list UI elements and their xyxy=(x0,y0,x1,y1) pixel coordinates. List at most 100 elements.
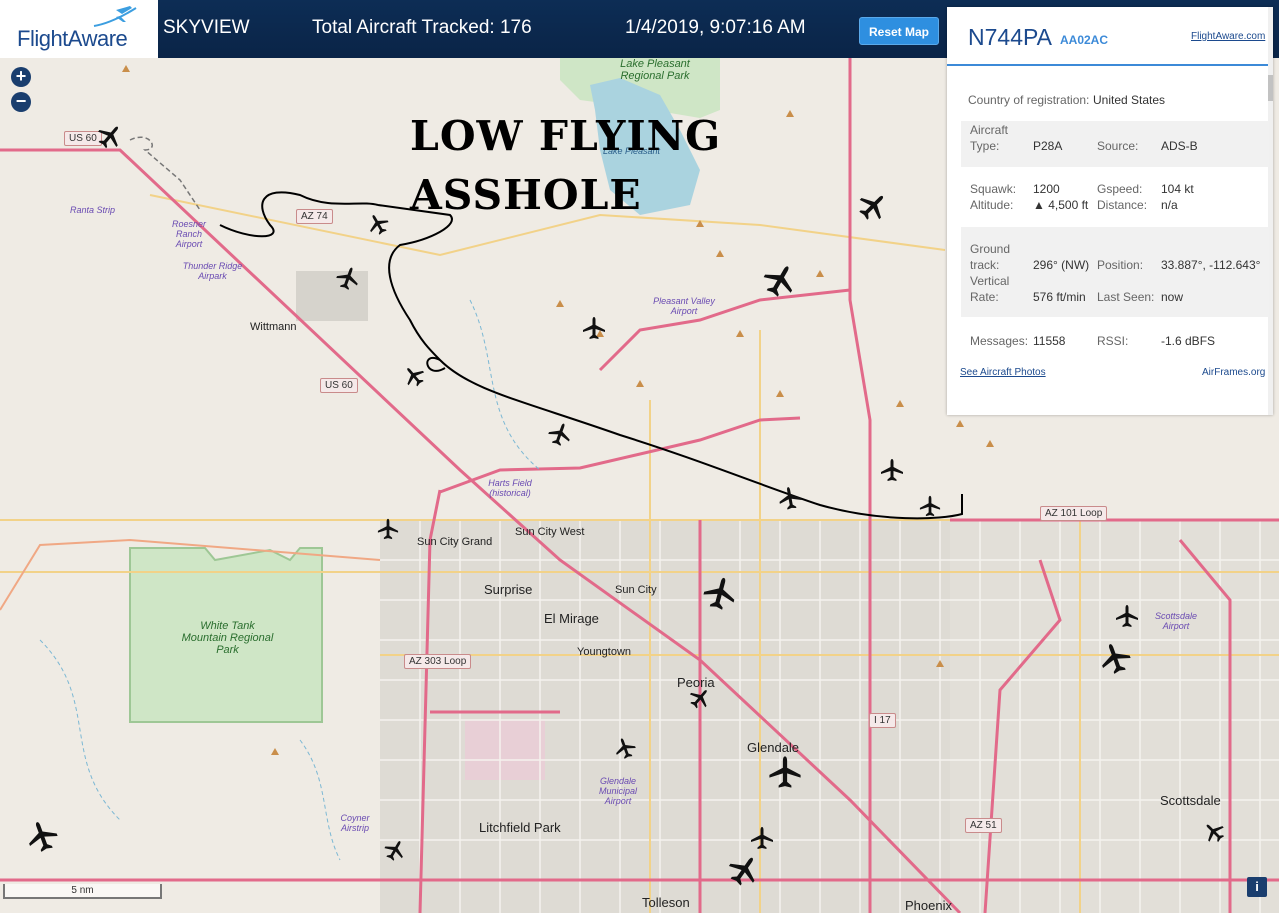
current-datetime: 1/4/2019, 9:07:16 AM xyxy=(625,17,806,38)
tracked-count: Total Aircraft Tracked: 176 xyxy=(312,17,532,38)
squawk-value: 1200 xyxy=(1033,182,1060,196)
site-name: SKYVIEW xyxy=(163,17,250,38)
route-shield: I 17 xyxy=(869,713,896,728)
squawk-label: Squawk: xyxy=(970,182,1017,196)
position-value: 33.887°, -112.643° xyxy=(1161,258,1261,272)
aircraft-icon[interactable] xyxy=(1115,604,1139,633)
aircraft-icon[interactable] xyxy=(1203,821,1225,848)
gspeed-label: Gspeed: xyxy=(1097,182,1143,196)
rssi-label: RSSI: xyxy=(1097,334,1129,348)
city-label: Sun City West xyxy=(515,526,585,538)
airframes-link[interactable]: AirFrames.org xyxy=(1202,367,1265,378)
annotation-line: LOW FLYING xyxy=(410,112,722,160)
aircraft-icon[interactable] xyxy=(880,458,904,487)
airport-label: Coyner Airstrip xyxy=(340,813,370,833)
flightaware-logo[interactable]: FlightAware xyxy=(0,0,158,58)
vrate-value: 576 ft/min xyxy=(1033,290,1086,304)
vrate-label: Rate: xyxy=(970,290,999,304)
aircraft-icon[interactable] xyxy=(763,263,797,302)
aircraft-icon[interactable] xyxy=(778,486,802,515)
type-label: Aircraft xyxy=(970,123,1009,137)
aircraft-ident: N744PA xyxy=(968,24,1052,50)
info-button[interactable]: i xyxy=(1247,877,1267,897)
track-label: track: xyxy=(970,258,1000,272)
route-shield: AZ 74 xyxy=(296,209,333,224)
city-label: Phoenix xyxy=(905,898,952,913)
panel-divider xyxy=(947,64,1268,66)
source-value: ADS-B xyxy=(1161,139,1198,153)
type-label: Type: xyxy=(970,139,1000,153)
aircraft-icon[interactable] xyxy=(26,820,58,857)
park-label: White Tank Mountain Regional Park xyxy=(181,620,274,656)
panel-scrollbar[interactable] xyxy=(1268,7,1273,415)
city-label: Tolleson xyxy=(642,895,690,910)
route-shield: AZ 303 Loop xyxy=(404,654,472,669)
aircraft-icon[interactable] xyxy=(548,422,572,451)
messages-value: 11558 xyxy=(1033,334,1066,348)
city-label: Surprise xyxy=(484,582,533,597)
map-scale: 5 nm xyxy=(3,884,162,899)
city-label: Youngtown xyxy=(577,646,632,658)
messages-label: Messages: xyxy=(970,334,1029,348)
airport-label: Glendale Municipal Airport xyxy=(598,776,638,806)
city-label: Litchfield Park xyxy=(479,820,561,835)
airport-label: Thunder Ridge Airpark xyxy=(182,261,243,281)
vrate-label: Vertical xyxy=(970,274,1010,288)
city-label: Sun City xyxy=(615,584,657,596)
aircraft-icon[interactable] xyxy=(97,123,123,154)
city-label: Glendale xyxy=(747,740,800,755)
aircraft-icon[interactable] xyxy=(919,495,941,522)
aircraft-icon[interactable] xyxy=(384,839,406,866)
aircraft-icon[interactable] xyxy=(703,576,737,615)
aircraft-hex[interactable]: AA02AC xyxy=(1060,33,1108,47)
rssi-value: -1.6 dBFS xyxy=(1161,334,1216,348)
altitude-value: ▲ 4,500 ft xyxy=(1033,198,1089,212)
aircraft-icon[interactable] xyxy=(728,854,760,891)
aircraft-icon[interactable] xyxy=(614,737,636,764)
gspeed-value: 104 kt xyxy=(1161,182,1194,196)
park-label: Lake Pleasant Regional Park xyxy=(620,58,690,82)
logo-text: FlightAware xyxy=(17,26,128,51)
track-value: 296° (NW) xyxy=(1033,258,1090,272)
annotation-text: LOW FLYING ASSHOLE xyxy=(410,107,721,225)
distance-label: Distance: xyxy=(1097,198,1148,212)
aircraft-icon[interactable] xyxy=(582,316,606,345)
route-shield: AZ 101 Loop xyxy=(1040,506,1108,521)
zoom-out-button[interactable]: − xyxy=(11,92,31,112)
aircraft-icon[interactable] xyxy=(377,518,399,545)
reset-map-button[interactable]: Reset Map xyxy=(859,17,939,45)
country-label: Country of registration: xyxy=(968,93,1090,107)
city-label: Sun City Grand xyxy=(417,536,493,548)
type-value: P28A xyxy=(1033,139,1063,153)
aircraft-icon[interactable] xyxy=(689,687,711,714)
airport-label: Roesner Ranch Airport xyxy=(171,219,207,249)
source-label: Source: xyxy=(1097,139,1139,153)
country-value: United States xyxy=(1093,93,1166,107)
city-label: Wittmann xyxy=(250,321,297,333)
aircraft-icon[interactable] xyxy=(336,266,360,295)
flightaware-link[interactable]: FlightAware.com xyxy=(1191,31,1265,42)
aircraft-photos-link[interactable]: See Aircraft Photos xyxy=(960,367,1046,378)
city-label: Scottsdale xyxy=(1160,793,1221,808)
annotation-line: ASSHOLE xyxy=(410,171,642,219)
route-shield: AZ 51 xyxy=(965,818,1002,833)
airport-label: Scottsdale Airport xyxy=(1154,611,1198,631)
position-label: Position: xyxy=(1097,258,1144,272)
aircraft-icon[interactable] xyxy=(858,191,888,226)
route-shield: US 60 xyxy=(320,378,358,393)
distance-value: n/a xyxy=(1161,198,1178,212)
zoom-in-button[interactable]: + xyxy=(11,67,31,87)
lastseen-value: now xyxy=(1161,290,1184,304)
aircraft-icon[interactable] xyxy=(367,213,389,240)
altitude-label: Altitude: xyxy=(970,198,1014,212)
airport-label: Ranta Strip xyxy=(70,205,116,215)
track-label: Ground xyxy=(970,242,1011,256)
airport-label: Harts Field (historical) xyxy=(488,478,532,498)
aircraft-icon[interactable] xyxy=(768,755,802,794)
city-label: El Mirage xyxy=(544,611,599,626)
aircraft-icon[interactable] xyxy=(750,826,774,855)
aircraft-icon[interactable] xyxy=(403,365,425,392)
aircraft-icon[interactable] xyxy=(1099,642,1131,679)
aircraft-info-panel: N744PA AA02AC FlightAware.com Country of… xyxy=(947,7,1273,415)
airport-label: Pleasant Valley Airport xyxy=(653,296,715,316)
